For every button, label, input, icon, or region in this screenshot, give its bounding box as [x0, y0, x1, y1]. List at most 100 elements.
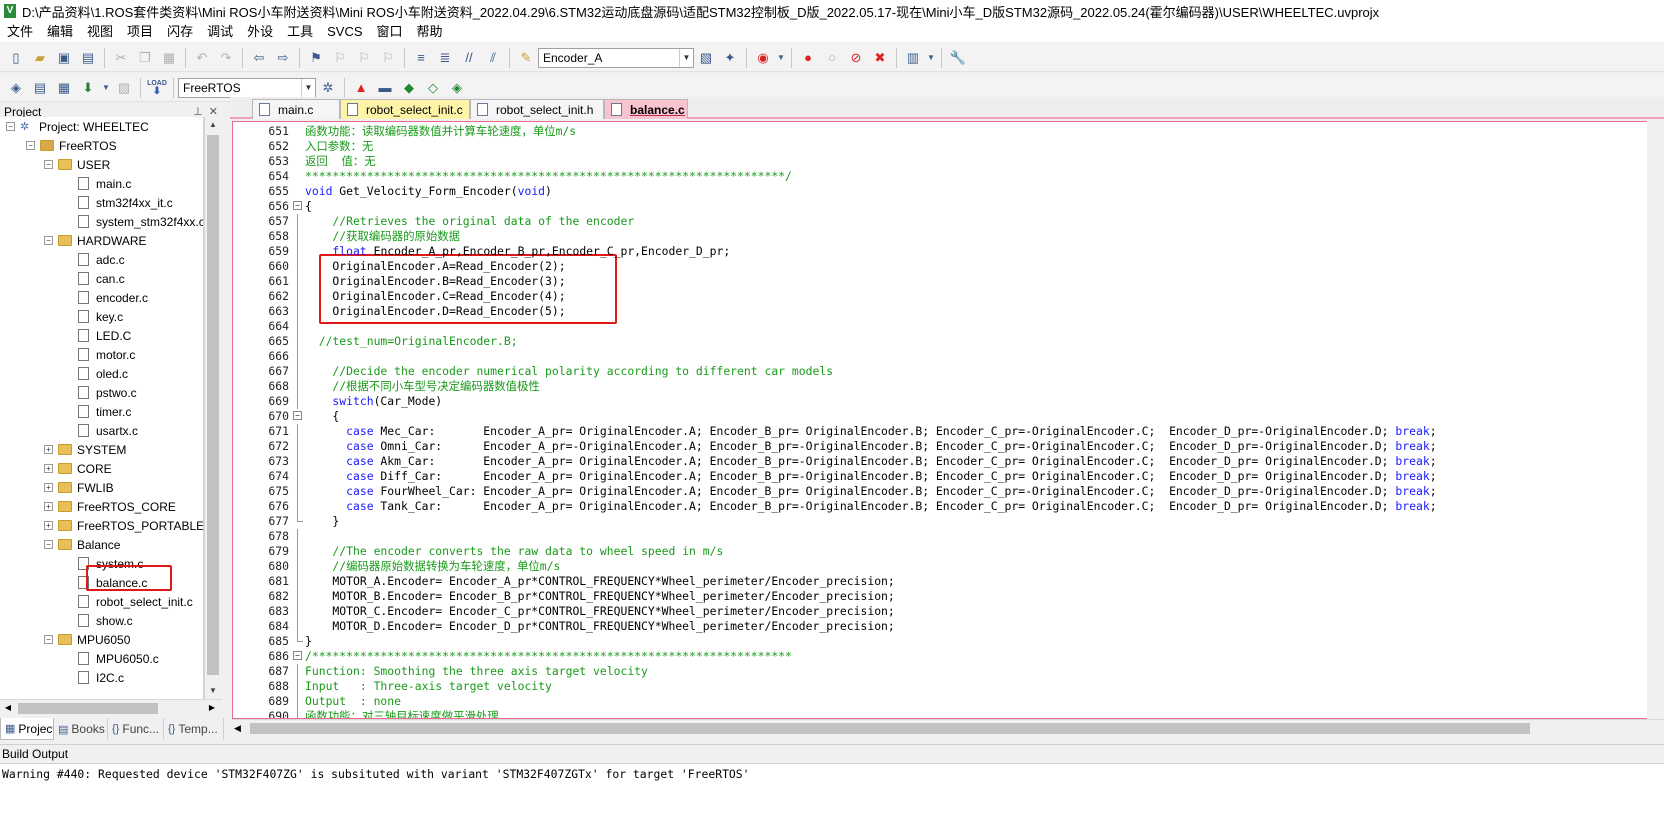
- tab-main-c[interactable]: main.c: [252, 99, 340, 119]
- breakpoint-disable-icon[interactable]: ○: [821, 47, 843, 69]
- tree-group-freertos-core[interactable]: + FreeRTOS_CORE: [44, 497, 176, 516]
- target-options-icon[interactable]: ✲: [317, 77, 339, 99]
- uncomment-icon[interactable]: ⫽: [482, 47, 504, 69]
- tree-file[interactable]: can.c: [78, 269, 125, 288]
- tree-file[interactable]: stm32f4xx_it.c: [78, 193, 173, 212]
- tree-group-fwlib[interactable]: + FWLIB: [44, 478, 114, 497]
- collapse-icon[interactable]: −: [44, 160, 53, 169]
- fold-collapse-icon[interactable]: −: [293, 651, 302, 660]
- tree-file[interactable]: show.c: [78, 611, 133, 630]
- tab-functions[interactable]: {} Func...: [108, 718, 164, 740]
- window-layout-icon[interactable]: ▥: [902, 47, 924, 69]
- debug-dropdown-icon[interactable]: ▼: [776, 47, 786, 69]
- target-select-combo[interactable]: FreeRTOS ▼: [178, 77, 316, 98]
- tree-group-freertos-portable[interactable]: + FreeRTOS_PORTABLE: [44, 516, 203, 535]
- expand-icon[interactable]: +: [44, 445, 53, 454]
- tree-group-hardware[interactable]: − HARDWARE: [44, 231, 147, 250]
- tree-file[interactable]: LED.C: [78, 326, 131, 345]
- navigate-back-icon[interactable]: ⇦: [248, 47, 270, 69]
- menu-edit[interactable]: 编辑: [40, 22, 80, 42]
- collapse-icon[interactable]: −: [26, 141, 35, 150]
- tree-file[interactable]: key.c: [78, 307, 123, 326]
- comment-icon[interactable]: //: [458, 47, 480, 69]
- bookmark-insert-icon[interactable]: ⚑: [305, 47, 327, 69]
- rte-icon[interactable]: ◆: [398, 77, 420, 99]
- tree-file[interactable]: motor.c: [78, 345, 135, 364]
- stop-build-icon[interactable]: ▧: [113, 77, 135, 99]
- collapse-icon[interactable]: −: [44, 540, 53, 549]
- tree-file[interactable]: oled.c: [78, 364, 128, 383]
- tree-group-core[interactable]: + CORE: [44, 459, 112, 478]
- project-tree-hscroll[interactable]: ◀ ▶: [0, 699, 222, 716]
- copy-icon[interactable]: ❐: [134, 47, 156, 69]
- menu-file[interactable]: 文件: [0, 22, 40, 42]
- expand-icon[interactable]: +: [44, 464, 53, 473]
- tree-file[interactable]: system_stm32f4xx.c: [78, 212, 203, 231]
- file-extensions-icon[interactable]: ▲: [350, 77, 372, 99]
- menu-view[interactable]: 视图: [80, 22, 120, 42]
- collapse-icon[interactable]: −: [6, 122, 15, 131]
- manage-components-icon[interactable]: ▬: [374, 77, 396, 99]
- batch-build-icon[interactable]: ⬇: [77, 77, 99, 99]
- find-in-files-icon[interactable]: ✎: [515, 47, 537, 69]
- code-editor[interactable]: 651 函数功能：读取编码器数值并计算车轮速度，单位m/s 652 入口参数：无 653…: [232, 121, 1664, 719]
- fold-collapse-icon[interactable]: −: [293, 201, 302, 210]
- bookmark-prev-icon[interactable]: ⚐: [329, 47, 351, 69]
- tree-file[interactable]: usartx.c: [78, 421, 138, 440]
- bookmark-clear-icon[interactable]: ⚐: [377, 47, 399, 69]
- collapse-icon[interactable]: −: [44, 635, 53, 644]
- menu-debug[interactable]: 调试: [200, 22, 240, 42]
- scroll-left-icon[interactable]: ◀: [0, 700, 16, 716]
- find-combo[interactable]: Encoder_A ▼: [538, 47, 694, 68]
- undo-icon[interactable]: ↶: [191, 47, 213, 69]
- tree-group-balance[interactable]: − Balance: [44, 535, 120, 554]
- tree-file[interactable]: MPU6050.c: [78, 649, 159, 668]
- tab-robot-select-init-c[interactable]: robot_select_init.c: [340, 99, 470, 119]
- tab-templates[interactable]: {} Temp...: [164, 718, 224, 740]
- paste-icon[interactable]: ▦: [158, 47, 180, 69]
- breakpoint-kill-all-icon[interactable]: ✖: [869, 47, 891, 69]
- new-file-icon[interactable]: ▯: [5, 47, 27, 69]
- build-output-panel[interactable]: Warning #440: Requested device 'STM32F40…: [0, 763, 1664, 826]
- unindent-icon[interactable]: ≣: [434, 47, 456, 69]
- save-icon[interactable]: ▣: [53, 47, 75, 69]
- breakpoint-insert-icon[interactable]: ●: [797, 47, 819, 69]
- menu-peripherals[interactable]: 外设: [240, 22, 280, 42]
- menu-project[interactable]: 项目: [120, 22, 160, 42]
- window-layout-dropdown-icon[interactable]: ▼: [926, 47, 936, 69]
- tree-file[interactable]: timer.c: [78, 402, 131, 421]
- batch-dropdown-icon[interactable]: ▼: [101, 77, 111, 99]
- bookmark-next-icon[interactable]: ⚐: [353, 47, 375, 69]
- cut-icon[interactable]: ✂: [110, 47, 132, 69]
- chevron-down-icon[interactable]: ▼: [301, 78, 315, 97]
- editor-vscroll[interactable]: [1647, 121, 1664, 719]
- navigate-forward-icon[interactable]: ⇨: [272, 47, 294, 69]
- tree-file-balance[interactable]: balance.c: [78, 573, 147, 592]
- save-all-icon[interactable]: ▤: [77, 47, 99, 69]
- fold-collapse-icon[interactable]: −: [293, 411, 302, 420]
- tree-group-system[interactable]: + SYSTEM: [44, 440, 126, 459]
- menu-flash[interactable]: 闪存: [160, 22, 200, 42]
- debug-session-icon[interactable]: ◉: [752, 47, 774, 69]
- chevron-down-icon[interactable]: ▼: [679, 48, 693, 67]
- collapse-icon[interactable]: −: [44, 236, 53, 245]
- scroll-thumb[interactable]: [18, 703, 158, 714]
- tree-file[interactable]: I2C.c: [78, 668, 124, 687]
- tree-file[interactable]: adc.c: [78, 250, 125, 269]
- tree-group-mpu6050[interactable]: − MPU6050: [44, 630, 130, 649]
- editor-hscroll[interactable]: ◀: [232, 719, 1664, 736]
- build-icon[interactable]: ▤: [29, 77, 51, 99]
- expand-icon[interactable]: +: [44, 521, 53, 530]
- menu-help[interactable]: 帮助: [410, 22, 450, 42]
- menu-tools[interactable]: 工具: [280, 22, 320, 42]
- translate-icon[interactable]: ◈: [5, 77, 27, 99]
- open-folder-icon[interactable]: ▰: [29, 47, 51, 69]
- select-packs-icon[interactable]: ◈: [446, 77, 468, 99]
- download-load-icon[interactable]: LOAD ⬇: [146, 77, 168, 99]
- tab-balance-c[interactable]: balance.c: [604, 99, 688, 119]
- tree-file[interactable]: pstwo.c: [78, 383, 137, 402]
- tab-robot-select-init-h[interactable]: robot_select_init.h: [470, 99, 604, 119]
- tree-file[interactable]: robot_select_init.c: [78, 592, 193, 611]
- menu-window[interactable]: 窗口: [370, 22, 410, 42]
- expand-icon[interactable]: +: [44, 483, 53, 492]
